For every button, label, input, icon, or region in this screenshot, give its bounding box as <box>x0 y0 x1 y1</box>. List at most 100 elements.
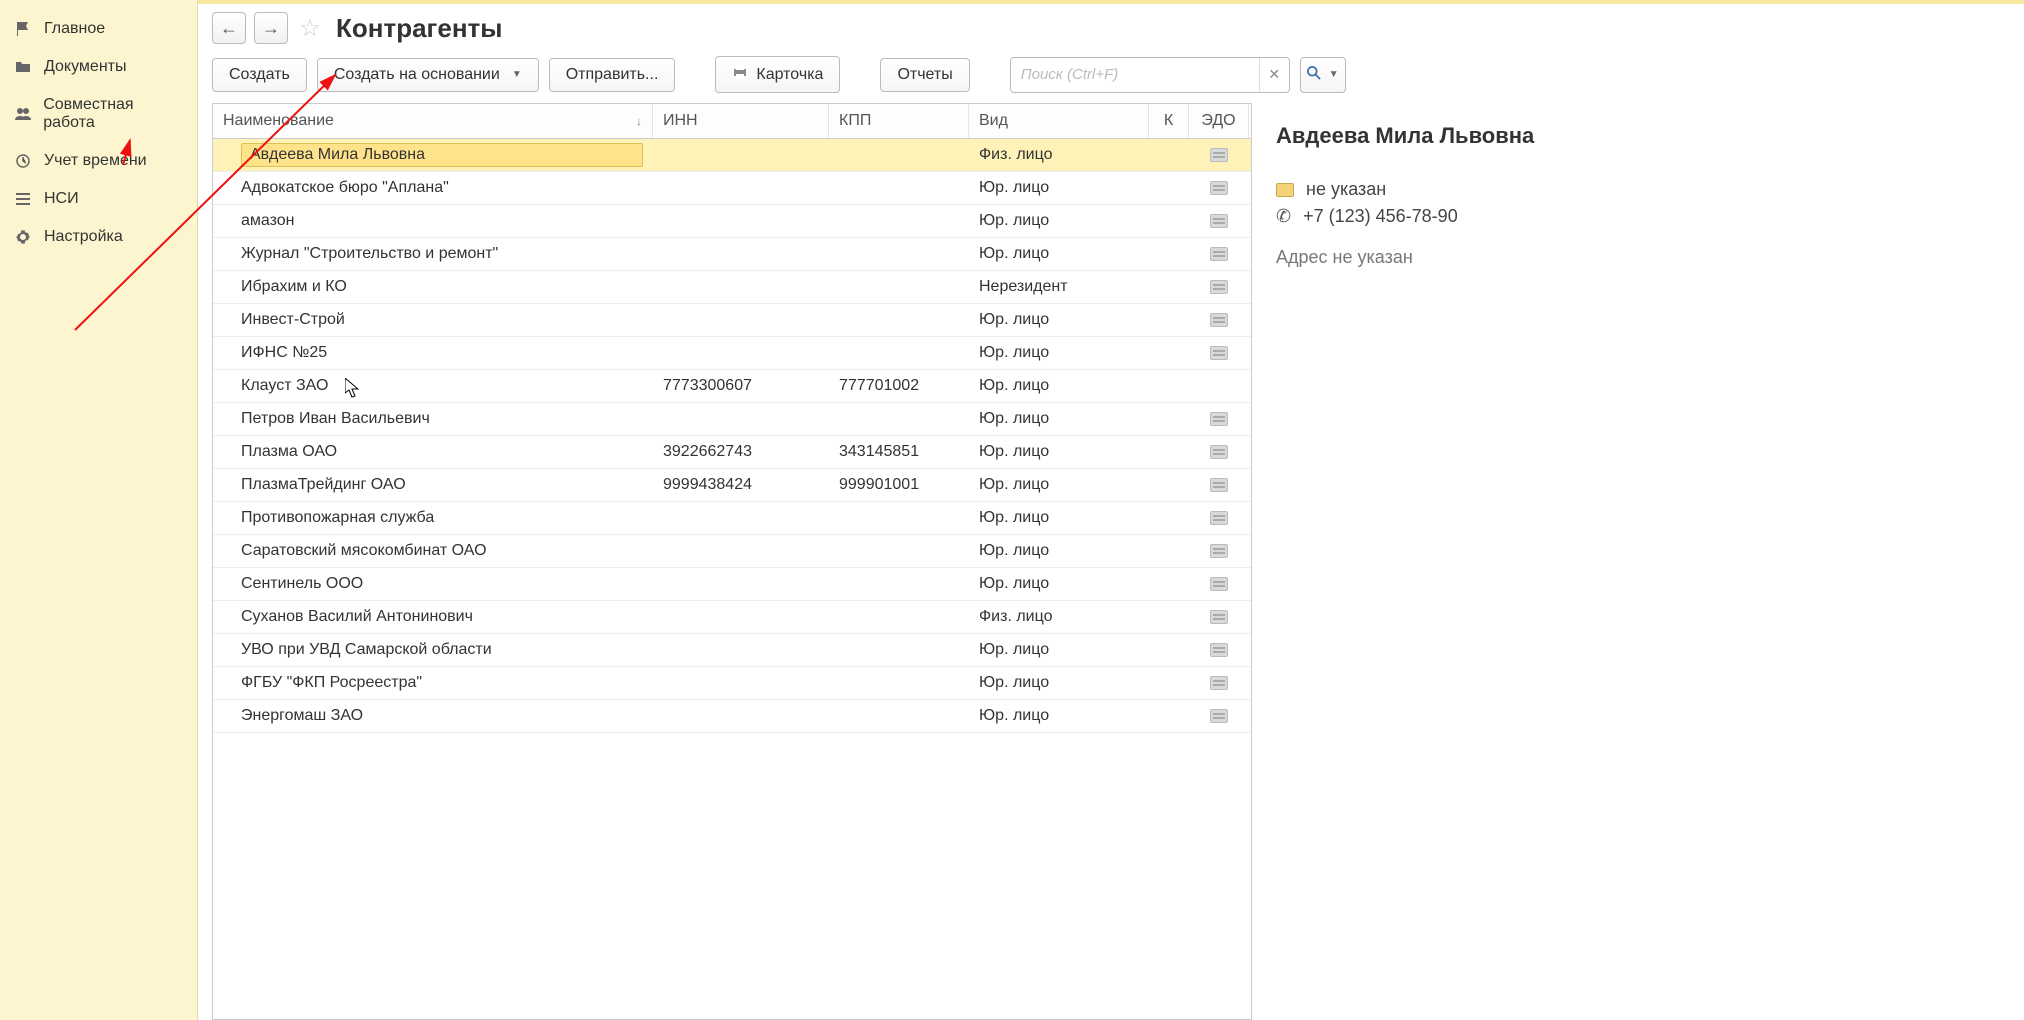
cell-name: Авдеева Мила Львовна <box>213 139 653 171</box>
edo-icon <box>1210 709 1228 723</box>
cell-k <box>1149 613 1189 621</box>
details-folder-row: не указан <box>1276 179 2010 200</box>
cell-edo <box>1189 441 1249 463</box>
sidebar-item-main[interactable]: Главное <box>0 10 197 48</box>
table-row[interactable]: ФГБУ "ФКП Росреестра"Юр. лицо <box>213 667 1251 700</box>
edo-icon <box>1210 478 1228 492</box>
cell-kind: Юр. лицо <box>969 241 1149 267</box>
send-button[interactable]: Отправить... <box>549 58 676 92</box>
button-label: Карточка <box>756 66 823 84</box>
cell-kind: Юр. лицо <box>969 439 1149 465</box>
sidebar-item-label: Настройка <box>44 228 123 246</box>
search-box: ✕ <box>1010 57 1290 93</box>
main: ← → ☆ Контрагенты Создать Создать на осн… <box>198 0 2024 1020</box>
edo-icon <box>1210 412 1228 426</box>
cell-inn <box>653 217 829 225</box>
edo-icon <box>1210 643 1228 657</box>
cell-name: Суханов Василий Антонинович <box>213 604 653 630</box>
cell-kpp <box>829 514 969 522</box>
column-inn[interactable]: ИНН <box>653 104 829 138</box>
cell-inn <box>653 184 829 192</box>
sidebar-item-label: Документы <box>44 58 126 76</box>
column-name[interactable]: Наименование↓ <box>213 104 653 138</box>
forward-button[interactable]: → <box>254 12 288 44</box>
cell-kpp <box>829 316 969 324</box>
create-button[interactable]: Создать <box>212 58 307 92</box>
cell-k <box>1149 712 1189 720</box>
gear-icon <box>14 228 32 246</box>
create-based-on-button[interactable]: Создать на основании▼ <box>317 58 539 92</box>
sidebar-item-settings[interactable]: Настройка <box>0 218 197 256</box>
cell-kind: Юр. лицо <box>969 538 1149 564</box>
column-k[interactable]: К <box>1149 104 1189 138</box>
cell-edo <box>1189 705 1249 727</box>
table-row[interactable]: Сентинель ОООЮр. лицо <box>213 568 1251 601</box>
search-input[interactable] <box>1011 66 1259 83</box>
cell-name: ПлазмаТрейдинг ОАО <box>213 472 653 498</box>
cell-kpp: 777701002 <box>829 373 969 399</box>
flag-icon <box>14 20 32 38</box>
sidebar-item-label: Совместная работа <box>43 96 183 132</box>
cell-edo <box>1189 639 1249 661</box>
sidebar-item-collaboration[interactable]: Совместная работа <box>0 86 197 142</box>
column-label: КПП <box>839 112 871 130</box>
clock-icon <box>14 152 32 170</box>
details-panel: Авдеева Мила Львовна не указан +7 (123) … <box>1266 103 2010 1020</box>
table-row[interactable]: Авдеева Мила ЛьвовнаФиз. лицо <box>213 139 1251 172</box>
cell-kind: Юр. лицо <box>969 175 1149 201</box>
people-icon <box>14 105 31 123</box>
cell-edo <box>1189 408 1249 430</box>
table-row[interactable]: Клауст ЗАО7773300607777701002Юр. лицо <box>213 370 1251 403</box>
table-row[interactable]: УВО при УВД Самарской областиЮр. лицо <box>213 634 1251 667</box>
cell-edo <box>1189 342 1249 364</box>
column-edo[interactable]: ЭДО <box>1189 104 1249 138</box>
favorite-icon[interactable]: ☆ <box>296 14 324 42</box>
cell-name: Адвокатское бюро "Аплана" <box>213 175 653 201</box>
cell-k <box>1149 184 1189 192</box>
table-row[interactable]: Энергомаш ЗАОЮр. лицо <box>213 700 1251 733</box>
table-row[interactable]: Инвест-СтройЮр. лицо <box>213 304 1251 337</box>
table-row[interactable]: Противопожарная службаЮр. лицо <box>213 502 1251 535</box>
table-row[interactable]: Саратовский мясокомбинат ОАОЮр. лицо <box>213 535 1251 568</box>
cell-k <box>1149 580 1189 588</box>
details-phone: +7 (123) 456-78-90 <box>1303 206 1458 227</box>
cell-kpp <box>829 283 969 291</box>
table-row[interactable]: Журнал "Строительство и ремонт"Юр. лицо <box>213 238 1251 271</box>
cell-inn <box>653 349 829 357</box>
column-kind[interactable]: Вид <box>969 104 1149 138</box>
card-button[interactable]: Карточка <box>715 56 840 93</box>
table-row[interactable]: Плазма ОАО3922662743343145851Юр. лицо <box>213 436 1251 469</box>
sidebar-item-time[interactable]: Учет времени <box>0 142 197 180</box>
table-row[interactable]: Петров Иван ВасильевичЮр. лицо <box>213 403 1251 436</box>
sidebar: Главное Документы Совместная работа Учет… <box>0 0 198 1020</box>
cell-edo <box>1189 507 1249 529</box>
back-button[interactable]: ← <box>212 12 246 44</box>
button-label: Отправить... <box>566 66 659 84</box>
search-clear-button[interactable]: ✕ <box>1259 58 1289 92</box>
reports-button[interactable]: Отчеты <box>880 58 969 92</box>
table-row[interactable]: Ибрахим и КОНерезидент <box>213 271 1251 304</box>
cell-kind: Юр. лицо <box>969 472 1149 498</box>
sidebar-item-nsi[interactable]: НСИ <box>0 180 197 218</box>
cell-kind: Нерезидент <box>969 274 1149 300</box>
table-row[interactable]: ИФНС №25Юр. лицо <box>213 337 1251 370</box>
search-button[interactable]: ▼ <box>1300 57 1346 93</box>
cell-kpp <box>829 184 969 192</box>
sidebar-item-documents[interactable]: Документы <box>0 48 197 86</box>
cell-k <box>1149 514 1189 522</box>
table-row[interactable]: Адвокатское бюро "Аплана" Юр. лицо <box>213 172 1251 205</box>
cell-kind: Юр. лицо <box>969 373 1149 399</box>
table-row[interactable]: ПлазмаТрейдинг ОАО9999438424999901001Юр.… <box>213 469 1251 502</box>
column-kpp[interactable]: КПП <box>829 104 969 138</box>
table-row[interactable]: амазонЮр. лицо <box>213 205 1251 238</box>
cell-inn <box>653 580 829 588</box>
phone-icon <box>1276 206 1291 227</box>
button-label: Отчеты <box>897 66 952 84</box>
cell-kind: Юр. лицо <box>969 208 1149 234</box>
details-phone-row: +7 (123) 456-78-90 <box>1276 206 2010 227</box>
cell-kind: Юр. лицо <box>969 406 1149 432</box>
cell-name: Инвест-Строй <box>213 307 653 333</box>
cell-edo <box>1189 573 1249 595</box>
toolbar: Создать Создать на основании▼ Отправить.… <box>198 52 2024 103</box>
table-row[interactable]: Суханов Василий АнтониновичФиз. лицо <box>213 601 1251 634</box>
